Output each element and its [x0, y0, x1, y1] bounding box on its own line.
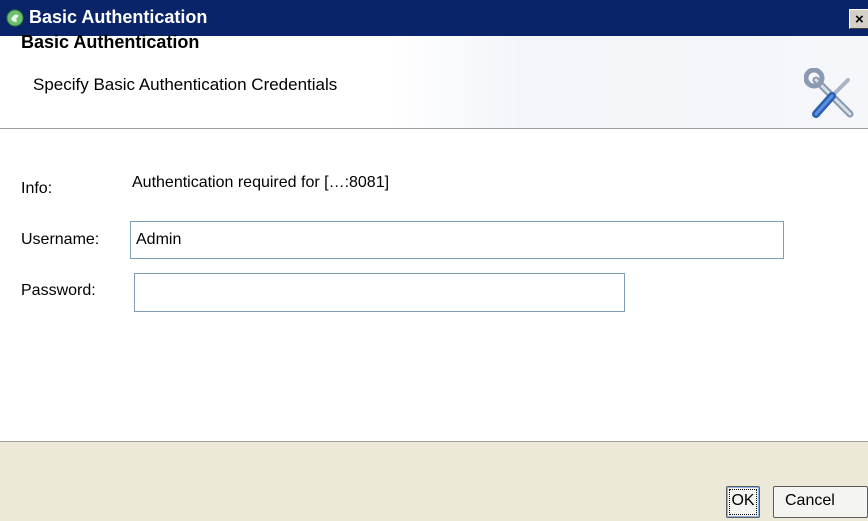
username-input[interactable] [130, 221, 784, 259]
ok-button[interactable]: OK [726, 486, 760, 518]
app-icon [6, 9, 24, 27]
cancel-button[interactable]: Cancel [773, 486, 868, 518]
password-input[interactable] [134, 273, 625, 312]
close-icon: × [855, 11, 864, 28]
title-bar: Basic Authentication × [0, 0, 868, 36]
password-label: Password: [21, 282, 96, 299]
info-label: Info: [21, 180, 53, 197]
header-title: Basic Authentication [21, 32, 200, 52]
window-title: Basic Authentication [29, 7, 208, 27]
info-value: Authentication required for […:8081] [132, 174, 390, 191]
tools-icon [804, 68, 854, 118]
close-button[interactable]: × [849, 9, 868, 29]
username-label: Username: [21, 231, 100, 248]
header-subtitle: Specify Basic Authentication Credentials [33, 75, 338, 94]
